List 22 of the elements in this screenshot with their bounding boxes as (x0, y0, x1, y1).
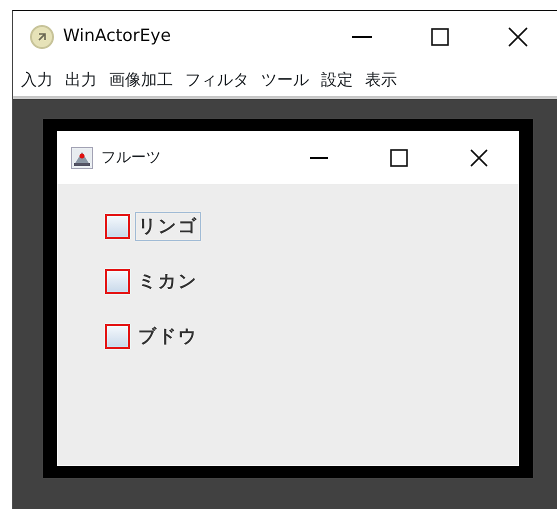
close-icon[interactable] (470, 148, 488, 166)
checkbox[interactable] (105, 214, 130, 238)
minimize-icon[interactable] (310, 156, 328, 158)
checkbox[interactable] (105, 268, 130, 294)
app-icon (29, 24, 55, 50)
menu-item[interactable]: 入力 (21, 68, 53, 92)
menu-item[interactable]: 表示 (365, 68, 397, 92)
checkbox[interactable] (105, 324, 130, 348)
menu-item[interactable]: ツール (261, 68, 309, 92)
menu-item[interactable]: 出力 (65, 68, 97, 92)
java-icon (71, 146, 93, 168)
checkbox-label[interactable]: ブドウ (135, 322, 201, 350)
maximize-icon[interactable] (390, 148, 408, 166)
close-icon[interactable] (508, 27, 528, 47)
maximize-icon[interactable] (431, 28, 449, 46)
checkbox-label[interactable]: リンゴ (135, 212, 201, 240)
dialog-title: フルーツ (101, 147, 162, 168)
window-title: WinActorEye (63, 25, 172, 48)
menu-item[interactable]: 設定 (321, 68, 353, 92)
menu-item[interactable]: 画像加工 (109, 68, 173, 92)
menu-item[interactable]: フィルタ (185, 68, 249, 92)
checkbox-label[interactable]: ミカン (135, 266, 201, 296)
